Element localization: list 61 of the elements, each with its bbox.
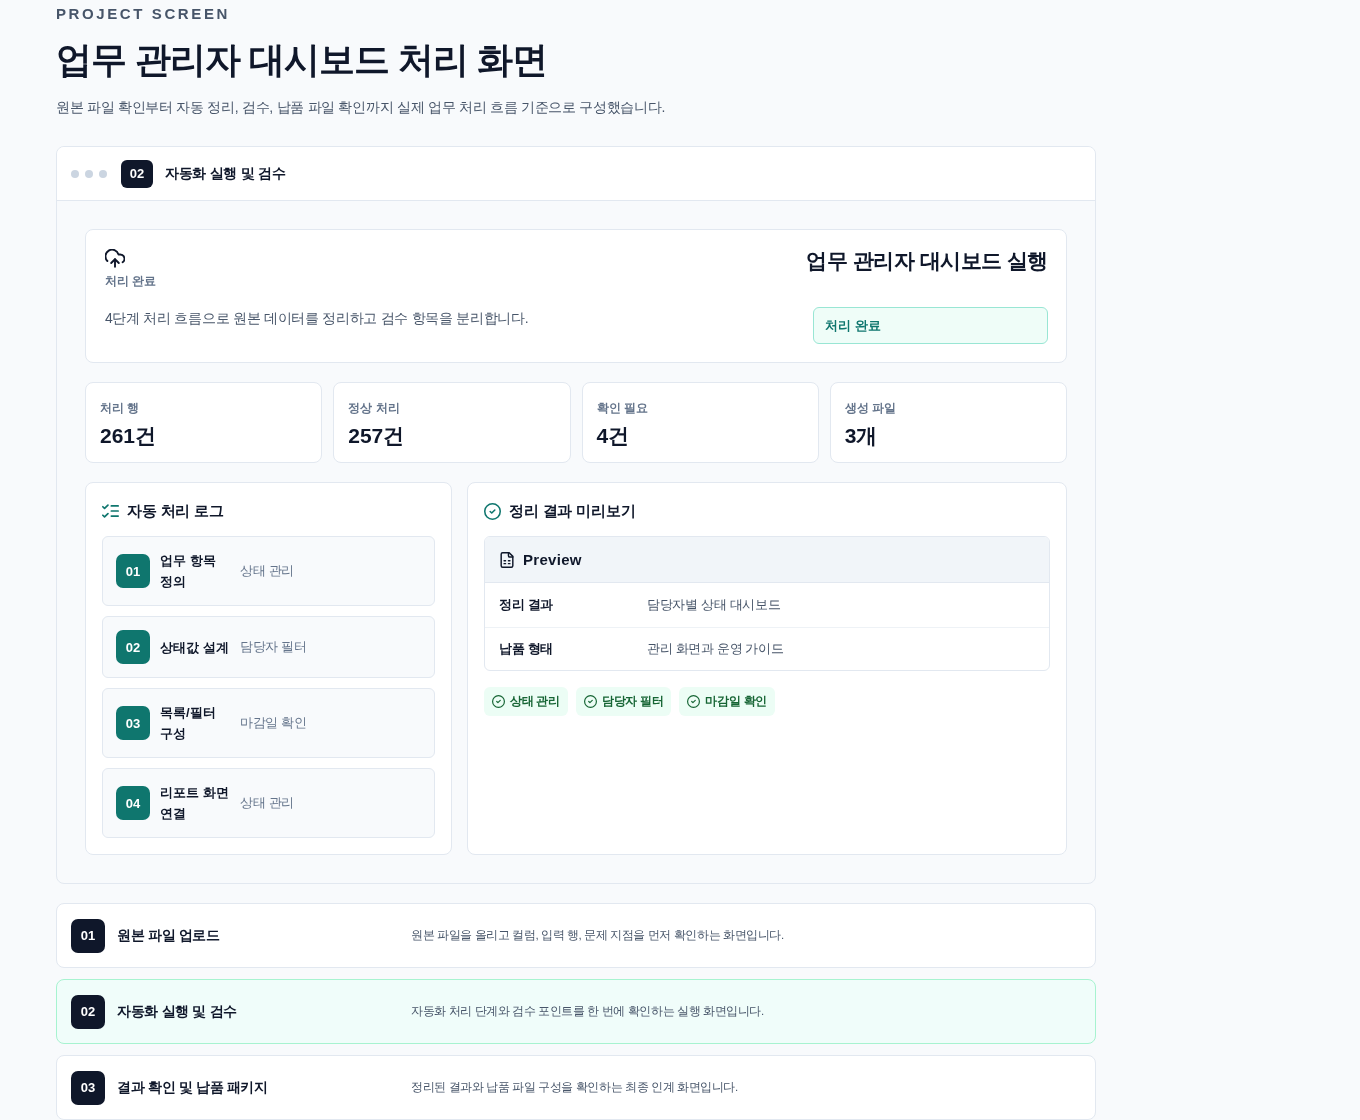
- panel-title: 자동화 실행 및 검수: [165, 164, 286, 183]
- stat-label: 확인 필요: [596, 400, 648, 416]
- step-number-badge: 02: [121, 159, 153, 188]
- stat-label: 생성 파일: [844, 400, 897, 416]
- cloud-upload-icon: [105, 249, 125, 268]
- checklist-icon: [102, 504, 119, 518]
- summary-description: 4단계 처리 흐름으로 원본 데이터를 정리하고 검수 항목을 분리합니다.: [105, 309, 529, 328]
- page-title: 업무 관리자 대시보드 처리 화면: [56, 38, 547, 82]
- page-subtitle: 원본 파일 확인부터 자동 정리, 검수, 납품 파일 확인까지 실제 업무 처리 흐름 기준으로 구성했습니다.: [56, 98, 666, 117]
- preview-title: 정리 결과 미리보기: [509, 501, 636, 521]
- status-caption: 처리 완료: [105, 273, 157, 289]
- step-description: 정리된 결과와 납품 파일 구성을 확인하는 최종 인계 화면입니다.: [411, 1080, 738, 1095]
- stat-value: 257건: [348, 423, 405, 449]
- tag-label: 담당자 필터: [601, 693, 664, 710]
- log-item-title: 리포트 화면 연결: [160, 784, 230, 823]
- log-item-note: 상태 관리: [240, 794, 294, 812]
- step-number-badge: 02: [116, 630, 150, 664]
- stat-value: 4건: [596, 423, 630, 449]
- check-circle-icon: [583, 695, 597, 708]
- step-number-badge: 03: [71, 1070, 105, 1105]
- row-value: 관리 화면과 운영 가이드: [647, 640, 784, 658]
- stat-value: 261건: [100, 423, 157, 449]
- stat-value: 3개: [844, 423, 878, 449]
- step-title: 원본 파일 업로드: [117, 926, 220, 945]
- check-circle-icon: [492, 695, 505, 708]
- step-number-badge: 01: [116, 554, 150, 588]
- row-label: 납품 형태: [499, 640, 553, 658]
- step-row[interactable]: 03 결과 확인 및 납품 패키지 정리된 결과와 납품 파일 구성을 확인하는 최종 인계 화면입니다.: [56, 1055, 1096, 1120]
- step-row[interactable]: 01 원본 파일 업로드 원본 파일을 올리고 컬럼, 입력 행, 문제 지점을 먼저 확인하는 화면입니다.: [56, 903, 1096, 968]
- row-label: 정리 결과: [499, 596, 553, 614]
- check-circle-icon: [484, 502, 501, 520]
- log-item-title: 목록/필터 구성: [160, 704, 217, 743]
- step-description: 자동화 처리 단계와 검수 포인트를 한 번에 확인하는 실행 화면입니다.: [411, 1004, 764, 1019]
- summary-title: 업무 관리자 대시보드 실행: [806, 248, 1048, 274]
- table-title: Preview: [523, 551, 582, 568]
- window-dot-icon: [71, 169, 79, 178]
- tag-label: 마감일 확인: [705, 693, 767, 710]
- row-value: 담당자별 상태 대시보드: [647, 596, 781, 614]
- log-item-title: 상태값 설계: [160, 638, 230, 657]
- spreadsheet-file-icon: [500, 551, 514, 568]
- log-item-title: 업무 항목 정의: [160, 552, 217, 591]
- step-row[interactable]: 02 자동화 실행 및 검수 자동화 처리 단계와 검수 포인트를 한 번에 확인하는 실행 화면입니다.: [56, 979, 1096, 1044]
- step-title: 자동화 실행 및 검수: [117, 1002, 237, 1021]
- window-dot-icon: [99, 169, 107, 178]
- step-number-badge: 03: [116, 706, 150, 740]
- window-dot-icon: [85, 169, 93, 178]
- status-pill: 처리 완료: [813, 307, 1048, 344]
- step-number-badge: 04: [116, 786, 150, 820]
- tag-label: 상태 관리: [510, 693, 560, 710]
- log-item-note: 상태 관리: [240, 562, 294, 580]
- eyebrow-label: PROJECT SCREEN: [56, 5, 230, 23]
- log-item-note: 마감일 확인: [240, 714, 307, 732]
- log-title: 자동 처리 로그: [127, 501, 224, 521]
- stat-label: 처리 행: [100, 400, 140, 416]
- log-item-note: 담당자 필터: [240, 638, 307, 656]
- step-number-badge: 01: [71, 918, 105, 953]
- stat-label: 정상 처리: [348, 400, 400, 416]
- step-number-badge: 02: [71, 994, 105, 1029]
- step-description: 원본 파일을 올리고 컬럼, 입력 행, 문제 지점을 먼저 확인하는 화면입니다.: [411, 928, 784, 943]
- step-title: 결과 확인 및 납품 패키지: [117, 1078, 268, 1097]
- check-circle-icon: [687, 695, 701, 708]
